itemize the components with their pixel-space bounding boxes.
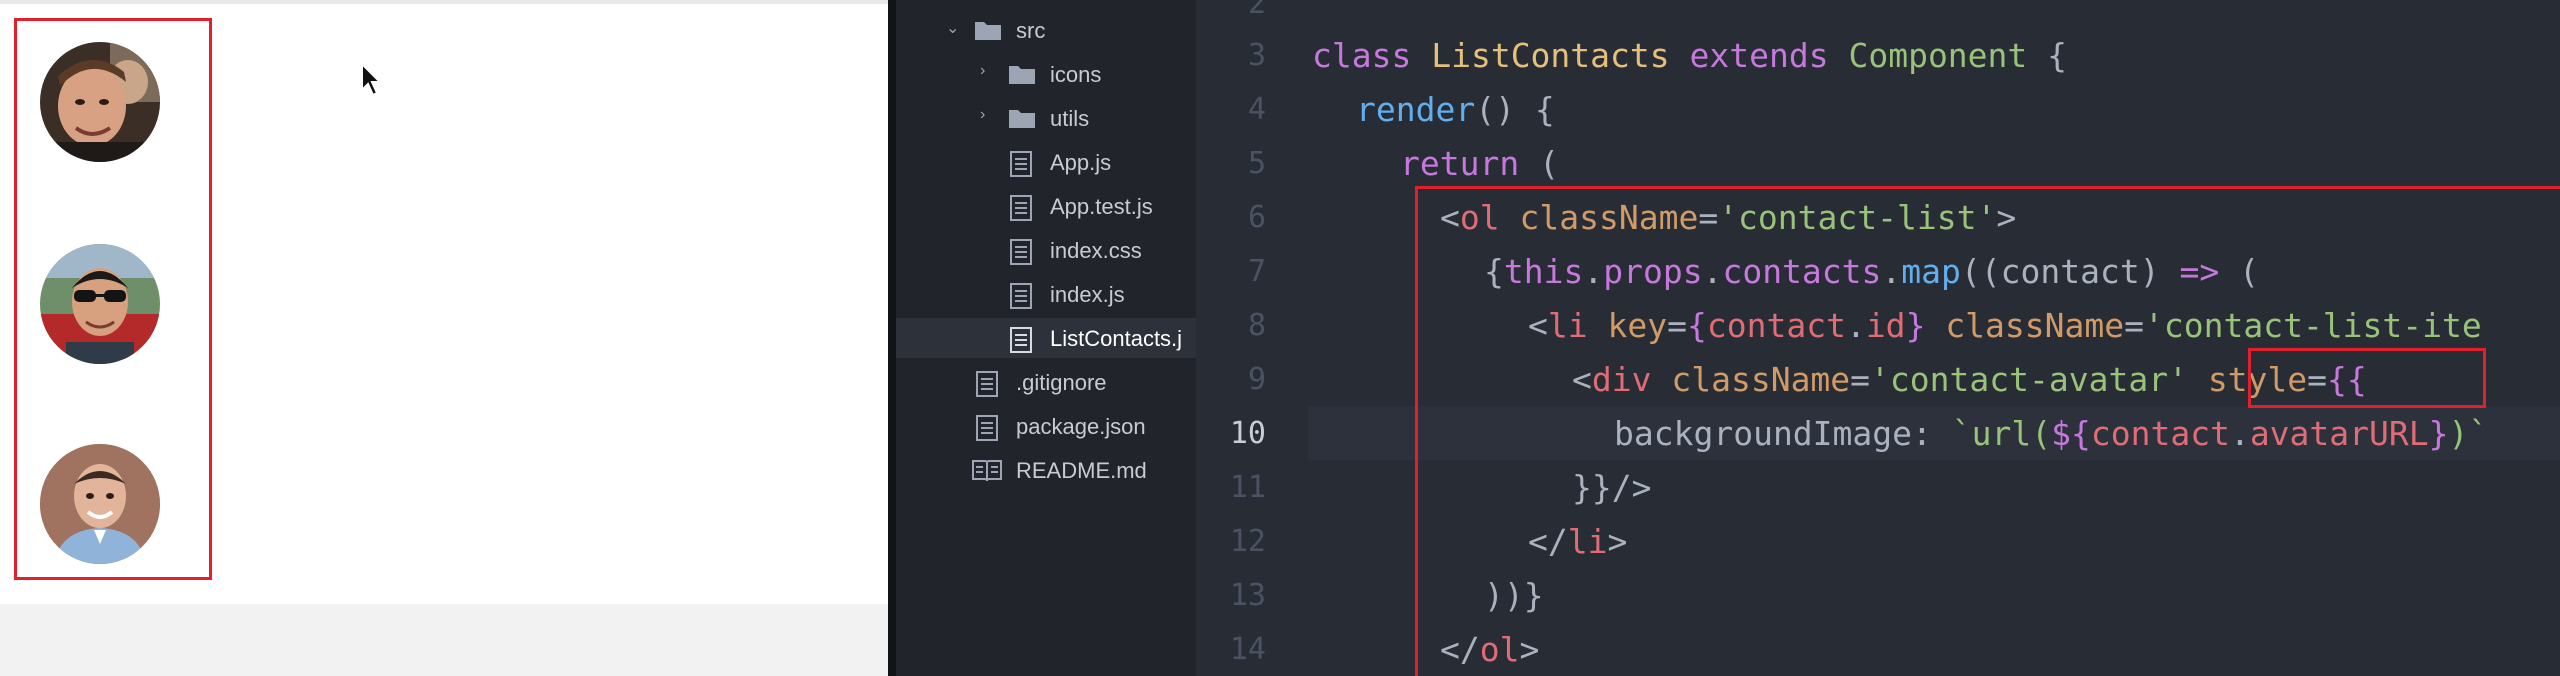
tree-folder-src[interactable]: ⌄ src [896,10,1196,50]
code-block-highlight [1415,186,2560,676]
code-line-4: render() { [1356,90,1555,129]
tree-label: icons [1050,62,1102,87]
token-class-name: Component [1848,36,2028,75]
tree-label: README.md [1016,458,1147,483]
pane-divider[interactable] [888,0,896,676]
browser-top-border [0,0,888,4]
tree-label: ListContacts.j [1050,326,1183,351]
chevron-right-icon: › [980,106,986,123]
mouse-pointer-icon [360,61,384,103]
tree-file-listcontacts-js[interactable]: ListContacts.j [896,318,1196,358]
file-icon [1010,283,1032,309]
line-number: 14 [1229,632,1266,667]
code-line-5: return ( [1400,144,1559,183]
line-number: 11 [1229,470,1266,505]
file-tree: ⌄ src › icons › utils App.js App.test.js… [896,0,1196,676]
browser-preview [0,0,888,676]
contact-avatar-2[interactable] [40,244,160,364]
tree-label: App.test.js [1050,194,1153,219]
token-method: render [1356,90,1476,129]
token-punct: { [2027,36,2068,75]
folder-icon [1009,110,1035,128]
line-number: 7 [1247,254,1266,289]
line-number: 3 [1247,38,1266,73]
line-number: 12 [1229,524,1266,559]
token-punct: ( [1519,144,1559,183]
tree-folder-utils[interactable]: › utils [896,98,1196,138]
tree-file-index-js[interactable]: index.js [896,274,1196,314]
token-keyword: return [1400,144,1520,183]
folder-icon [1009,66,1035,84]
tree-folder-icons[interactable]: › icons [896,54,1196,94]
book-icon [972,460,1002,482]
person-avatar-3-icon [40,444,160,564]
tree-label: index.js [1050,282,1125,307]
line-number: 9 [1247,362,1266,397]
tree-label: .gitignore [1016,370,1107,395]
tree-label: utils [1050,106,1090,131]
contact-avatar-1[interactable] [40,42,160,162]
file-icon [1010,151,1032,177]
folder-icon [975,22,1001,40]
line-number: 5 [1247,146,1266,181]
chevron-right-icon: › [980,62,986,79]
line-number: 2 [1247,0,1266,21]
tree-label: src [1016,18,1046,43]
line-number: 6 [1247,200,1266,235]
line-number-active: 10 [1229,416,1266,451]
file-icon [976,371,998,397]
tree-file-package-json[interactable]: package.json [896,406,1196,446]
line-number: 4 [1247,92,1266,127]
tree-file-app-js[interactable]: App.js [896,142,1196,182]
file-icon [1010,195,1032,221]
file-icon [1010,239,1032,265]
browser-bottom-area [0,604,888,676]
code-line-3: class ListContacts extends Component { [1312,36,2067,75]
token-class-name: ListContacts [1431,36,1670,75]
token-keyword: extends [1689,36,1829,75]
tree-file-readme-md[interactable]: README.md [896,450,1196,490]
tree-file-gitignore[interactable]: .gitignore [896,362,1196,402]
file-icon [1010,327,1032,353]
tree-label: package.json [1016,414,1146,439]
line-number-gutter: 2 3 4 5 6 7 8 9 10 11 12 13 14 [1196,0,1278,676]
chevron-down-icon: ⌄ [946,20,960,37]
person-avatar-2-icon [40,244,160,364]
tree-file-index-css[interactable]: index.css [896,230,1196,270]
style-attr-highlight [2248,348,2486,408]
token-keyword: class [1312,36,1412,75]
line-number: 13 [1229,578,1266,613]
tree-label: App.js [1050,150,1112,175]
line-number: 8 [1247,308,1266,343]
contact-avatar-3[interactable] [40,444,160,564]
token-punct: () { [1475,90,1555,129]
tree-label: index.css [1050,238,1142,263]
person-avatar-1-icon [40,42,160,162]
file-icon [976,415,998,441]
tree-file-app-test-js[interactable]: App.test.js [896,186,1196,226]
